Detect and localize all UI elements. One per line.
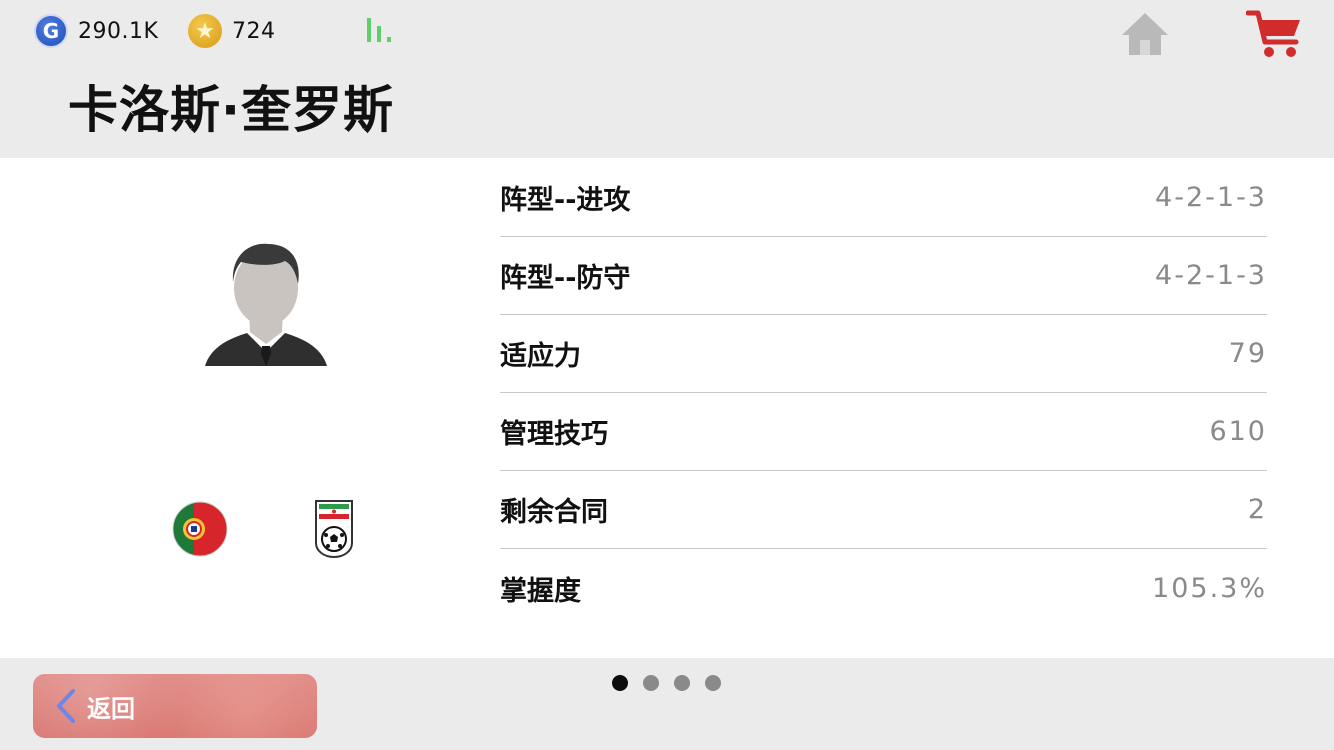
stat-row-management-skill: 管理技巧 610: [500, 393, 1267, 471]
page-dot-4[interactable]: [705, 675, 721, 691]
star-currency-value: 724: [232, 18, 276, 44]
stat-value: 610: [1209, 416, 1267, 447]
manager-info-panel: 阵型--进攻 4-2-1-3 阵型--防守 4-2-1-3 适应力 79 管理技…: [0, 158, 1334, 658]
g-currency: G 290.1K: [34, 12, 158, 50]
stat-value: 105.3%: [1152, 572, 1267, 604]
iran-federation-badge-icon: [315, 500, 353, 559]
manager-avatar-icon: [205, 243, 327, 366]
stat-label: 掌握度: [500, 575, 581, 607]
stat-value: 2: [1247, 494, 1267, 525]
stat-label: 剩余合同: [500, 497, 608, 528]
stat-row-mastery: 掌握度 105.3%: [500, 549, 1267, 627]
signal-icon: [367, 18, 391, 42]
stat-row-adaptability: 适应力 79: [500, 315, 1267, 393]
back-button-label: 返回: [87, 694, 135, 723]
portugal-flag-icon: [172, 501, 228, 557]
stat-value: 4-2-1-3: [1155, 260, 1267, 291]
page-title: 卡洛斯·奎罗斯: [68, 81, 394, 139]
stat-row-attack-formation: 阵型--进攻 4-2-1-3: [500, 158, 1267, 237]
top-bar: G 290.1K ★ 724 卡洛斯·奎罗斯: [0, 0, 1334, 158]
page-indicator: [612, 675, 721, 691]
stat-value: 4-2-1-3: [1155, 181, 1267, 213]
stat-label: 阵型--进攻: [500, 184, 631, 216]
g-coin-icon: G: [34, 14, 68, 48]
page-dot-3[interactable]: [674, 675, 690, 691]
stat-label: 适应力: [500, 341, 581, 372]
stat-value: 79: [1228, 338, 1267, 369]
stat-row-defense-formation: 阵型--防守 4-2-1-3: [500, 237, 1267, 315]
stat-label: 阵型--防守: [500, 263, 631, 294]
page-dot-2[interactable]: [643, 675, 659, 691]
stat-row-contract-remaining: 剩余合同 2: [500, 471, 1267, 549]
bottom-bar: 返回: [0, 658, 1334, 750]
cart-icon[interactable]: [1246, 8, 1304, 60]
g-currency-value: 290.1K: [78, 18, 159, 44]
star-coin-icon: ★: [188, 14, 222, 48]
stat-label: 管理技巧: [500, 419, 608, 450]
back-button[interactable]: 返回: [33, 674, 317, 738]
star-currency: ★ 724: [188, 12, 276, 50]
stats-list: 阵型--进攻 4-2-1-3 阵型--防守 4-2-1-3 适应力 79 管理技…: [500, 158, 1267, 627]
chevron-left-icon: [57, 689, 75, 723]
home-icon[interactable]: [1120, 10, 1170, 58]
page-dot-1[interactable]: [612, 675, 628, 691]
